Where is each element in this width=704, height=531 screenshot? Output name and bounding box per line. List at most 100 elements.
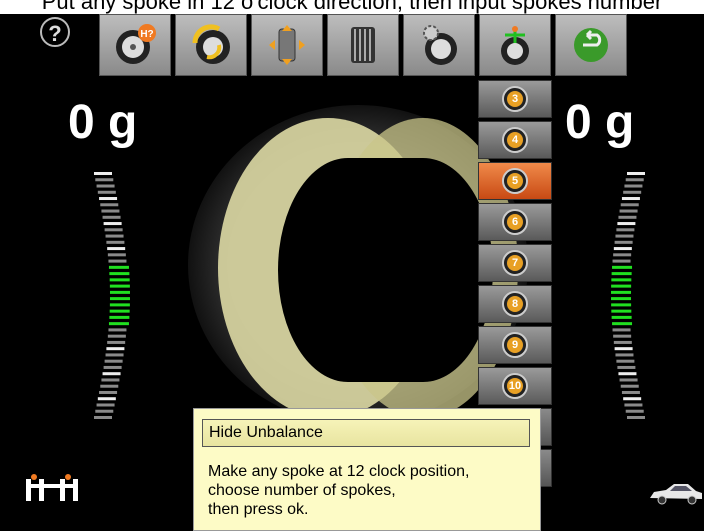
wheel-position-button[interactable]	[251, 14, 323, 76]
spoke-wheel-icon: 6	[502, 209, 528, 235]
spoke-wheel-icon: 9	[502, 332, 528, 358]
instruction-text: Put any spoke in 12 o'clock direction, t…	[0, 0, 704, 14]
scale-tick	[107, 253, 126, 257]
scale-tick	[618, 215, 637, 219]
scale-tick	[625, 178, 644, 182]
wheel-spoke-icon	[501, 26, 529, 65]
scale-tick	[103, 365, 122, 369]
scale-tick	[616, 228, 635, 232]
spoke-wheel-icon: 3	[502, 86, 528, 112]
scale-tick	[109, 278, 130, 282]
help-icon[interactable]: ?	[40, 17, 70, 47]
scale-tick	[612, 265, 633, 269]
hint-panel: Hide Unbalance Make any spoke at 12 cloc…	[193, 408, 541, 531]
scale-tick	[613, 253, 632, 257]
scale-tick	[615, 353, 634, 357]
back-arrow-icon	[574, 28, 608, 62]
scale-tick	[616, 359, 635, 363]
scale-tick	[109, 309, 130, 313]
spoke-wheel-icon: 4	[502, 127, 528, 153]
car-icon[interactable]	[648, 480, 704, 506]
scale-tick	[617, 222, 636, 226]
scale-tick	[613, 334, 632, 338]
wheel-question-icon: H?	[116, 24, 156, 64]
scale-tick	[620, 384, 639, 388]
scale-tick	[611, 303, 632, 307]
scale-tick	[109, 297, 130, 301]
scale-tick	[612, 322, 633, 326]
back-button[interactable]	[555, 14, 627, 76]
spoke-option-7[interactable]: 7	[478, 244, 552, 282]
right-balance-scale	[611, 172, 645, 419]
spoke-number: 9	[507, 337, 523, 353]
spoke-number: 7	[507, 255, 523, 271]
scale-tick	[100, 384, 119, 388]
wheel-gear-icon	[423, 25, 457, 65]
tire-tread-button[interactable]	[327, 14, 399, 76]
scale-tick	[96, 403, 115, 407]
spoke-number: 3	[507, 91, 523, 107]
scale-tick	[104, 359, 123, 363]
scale-tick	[621, 197, 640, 201]
scale-tick	[108, 328, 127, 332]
axle-wheels-icon[interactable]	[22, 473, 82, 503]
scale-tick	[95, 409, 114, 413]
wheel-help-button[interactable]: H?	[99, 14, 171, 76]
wheel-settings-button[interactable]	[403, 14, 475, 76]
wheel-arrows-icon	[269, 25, 305, 65]
scale-tick	[97, 397, 116, 401]
spoke-option-6[interactable]: 6	[478, 203, 552, 241]
scale-tick	[624, 403, 643, 407]
spoke-option-3[interactable]: 3	[478, 80, 552, 118]
scale-tick	[614, 347, 633, 351]
spoke-wheel-icon: 10	[502, 373, 528, 399]
hint-text: Make any spoke at 12 clock position, cho…	[208, 463, 470, 518]
spoke-option-10[interactable]: 10	[478, 367, 552, 405]
scale-tick	[100, 203, 119, 207]
scale-tick	[109, 315, 130, 319]
scale-tick	[612, 328, 631, 332]
left-weight-value: 0 g	[68, 96, 138, 149]
scale-tick	[613, 247, 632, 251]
scale-tick	[101, 378, 120, 382]
toolbar: H?	[99, 14, 627, 76]
scale-tick	[105, 234, 124, 238]
scale-tick	[99, 197, 118, 201]
svg-text:H?: H?	[140, 29, 153, 40]
scale-tick	[617, 365, 636, 369]
scale-tick	[623, 190, 642, 194]
scale-tick	[627, 416, 645, 419]
left-balance-scale	[94, 172, 130, 419]
scale-tick	[94, 172, 112, 175]
spoke-position-button[interactable]	[479, 14, 551, 76]
scale-tick	[104, 228, 123, 232]
scale-tick	[103, 222, 122, 226]
scale-tick	[107, 247, 126, 251]
scale-tick	[102, 372, 121, 376]
scale-tick	[109, 272, 130, 276]
spoke-number: 5	[507, 173, 523, 189]
scale-tick	[621, 390, 640, 394]
rotate-wheel-button[interactable]	[175, 14, 247, 76]
scale-tick	[614, 240, 633, 244]
spoke-option-4[interactable]: 4	[478, 121, 552, 159]
spoke-option-8[interactable]: 8	[478, 285, 552, 323]
scale-tick	[94, 416, 112, 419]
scale-tick	[106, 240, 125, 244]
scale-tick	[109, 290, 130, 294]
spoke-option-9[interactable]: 9	[478, 326, 552, 364]
scale-tick	[107, 340, 126, 344]
scale-tick	[618, 372, 637, 376]
spoke-option-5[interactable]: 5	[478, 162, 552, 200]
spoke-number: 4	[507, 132, 523, 148]
scale-tick	[97, 190, 116, 194]
scale-tick	[611, 309, 632, 313]
scale-tick	[611, 284, 632, 288]
scale-tick	[613, 340, 632, 344]
scale-tick	[101, 209, 120, 213]
scale-tick	[619, 209, 638, 213]
scale-tick	[107, 334, 126, 338]
scale-tick	[620, 203, 639, 207]
spoke-number: 10	[507, 378, 523, 394]
scale-tick	[619, 378, 638, 382]
